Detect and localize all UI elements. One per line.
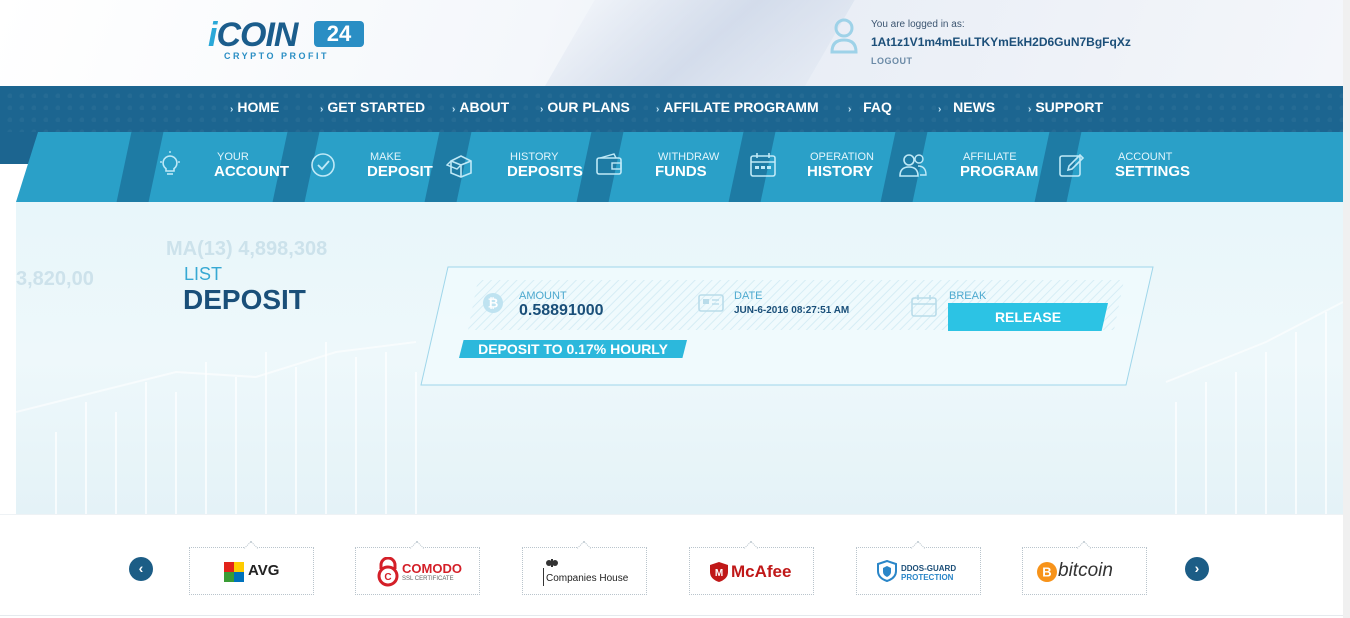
- pencil-icon: [1059, 153, 1085, 177]
- main-navigation: › HOME › GET STARTED › ABOUT › OUR PLANS › AF…: [0, 86, 1343, 132]
- account-nav-affiliate-program[interactable]: AFFILIATE PROGRAM: [898, 132, 1038, 202]
- account-nav-operation-history[interactable]: OPERATION HISTORY: [748, 132, 888, 202]
- calendar-icon: [911, 295, 937, 317]
- nav-faq[interactable]: › FAQ: [848, 99, 892, 115]
- partner-mcafee[interactable]: M McAfee: [689, 540, 814, 595]
- mcafee-shield-icon: M: [710, 562, 728, 582]
- avg-logo-icon: [224, 562, 244, 582]
- lightbulb-icon: [160, 151, 180, 175]
- bitcoin-icon: ₿: [483, 293, 503, 313]
- users-icon: [899, 154, 927, 177]
- chevron-right-icon: ›: [320, 104, 324, 115]
- background-indicator: MA(13) 4,898,308: [166, 238, 328, 260]
- account-nav-withdraw-funds[interactable]: WITHDRAW FUNDS: [594, 132, 734, 202]
- svg-text:₿: ₿: [488, 296, 499, 311]
- bitcoin-logo-icon: B: [1037, 562, 1057, 582]
- id-card-icon: [698, 294, 724, 312]
- amount-label: AMOUNT: [519, 290, 567, 302]
- nav-about[interactable]: › ABOUT: [452, 99, 509, 115]
- account-nav-make-deposit[interactable]: MAKE DEPOSIT: [308, 132, 448, 202]
- logo-tagline: CRYPTO PROFIT: [224, 51, 330, 61]
- logout-link[interactable]: LOGOUT: [871, 56, 913, 66]
- chevron-right-icon: ›: [656, 104, 660, 115]
- user-info: You are logged in as: 1At1z1V1m4mEuLTKYm…: [830, 16, 1150, 76]
- release-button[interactable]: RELEASE: [948, 303, 1108, 331]
- wallet-icon: [596, 153, 622, 175]
- chevron-right-icon: ›: [848, 104, 852, 115]
- nav-news[interactable]: › NEWS: [938, 99, 995, 115]
- nav-support[interactable]: › SUPPORT: [1028, 99, 1103, 115]
- crest-icon: [546, 559, 558, 567]
- break-label: BREAK: [949, 290, 987, 302]
- page-title: DEPOSIT: [183, 284, 306, 315]
- logo-number: 24: [314, 21, 364, 47]
- calendar-icon: [750, 153, 776, 177]
- nav-affiliate[interactable]: › AFFILATE PROGRAMM: [656, 99, 819, 115]
- partner-companies-house[interactable]: Companies House: [522, 540, 647, 595]
- svg-text:C: C: [384, 572, 391, 583]
- carousel-prev-button[interactable]: ‹: [129, 557, 153, 581]
- date-label: DATE: [734, 290, 763, 302]
- svg-text:B: B: [1042, 565, 1051, 580]
- carousel-next-button[interactable]: ›: [1185, 557, 1209, 581]
- logged-in-label: You are logged in as:: [871, 19, 965, 30]
- account-nav-history-deposits[interactable]: HISTORY DEPOSITS: [446, 132, 586, 202]
- partner-bitcoin[interactable]: B bitcoin: [1022, 540, 1147, 595]
- shield-icon: [877, 560, 897, 582]
- date-value: JUN-6-2016 08:27:51 AM: [734, 305, 850, 316]
- site-logo[interactable]: iCOIN 24 CRYPTO PROFIT: [208, 18, 368, 62]
- partners-carousel: ‹ AVG C COMODO SSL CERTIFICATE Companies…: [0, 514, 1343, 618]
- nav-get-started[interactable]: › GET STARTED: [320, 99, 425, 115]
- chevron-right-icon: ›: [1194, 560, 1200, 576]
- chevron-right-icon: ›: [938, 104, 942, 115]
- account-navigation: YOUR ACCOUNT MAKE DEPOSIT HISTORY DEPOSI…: [0, 132, 1343, 202]
- wallet-address: 1At1z1V1m4mEuLTKYmEkH2D6GuN7BgFqXz: [871, 35, 1131, 49]
- checkmark-circle-icon: [311, 153, 335, 177]
- partner-comodo[interactable]: C COMODO SSL CERTIFICATE: [355, 540, 480, 595]
- account-nav-your-account[interactable]: YOUR ACCOUNT: [155, 132, 295, 202]
- chevron-right-icon: ›: [1028, 104, 1032, 115]
- amount-value: 0.58891000: [519, 302, 604, 319]
- header: iCOIN 24 CRYPTO PROFIT You are logged in…: [0, 0, 1343, 86]
- nav-our-plans[interactable]: › OUR PLANS: [540, 99, 630, 115]
- page-scrollbar[interactable]: [1343, 0, 1350, 618]
- deposit-date-cell: DATE JUN-6-2016 08:27:51 AM: [696, 280, 896, 330]
- lock-icon: C: [377, 557, 399, 587]
- background-number: 3,820,00: [16, 268, 94, 290]
- user-avatar-icon: [830, 18, 858, 54]
- nav-home[interactable]: › HOME: [230, 99, 279, 115]
- account-nav-account-settings[interactable]: ACCOUNT SETTINGS: [1056, 132, 1196, 202]
- open-box-icon: [446, 155, 472, 178]
- deposit-amount-cell: ₿ AMOUNT 0.58891000: [468, 280, 688, 330]
- page-subtitle: LIST: [184, 264, 223, 284]
- chevron-right-icon: ›: [452, 104, 456, 115]
- deposit-rate-badge: DEPOSIT TO 0.17% HOURLY: [459, 340, 687, 358]
- partner-avg[interactable]: AVG: [189, 540, 314, 595]
- svg-text:M: M: [715, 568, 723, 579]
- chevron-left-icon: ‹: [138, 560, 144, 576]
- chevron-right-icon: ›: [230, 104, 234, 115]
- chevron-right-icon: ›: [540, 104, 544, 115]
- partner-ddos-guard[interactable]: DDOS-GUARD PROTECTION: [856, 540, 981, 595]
